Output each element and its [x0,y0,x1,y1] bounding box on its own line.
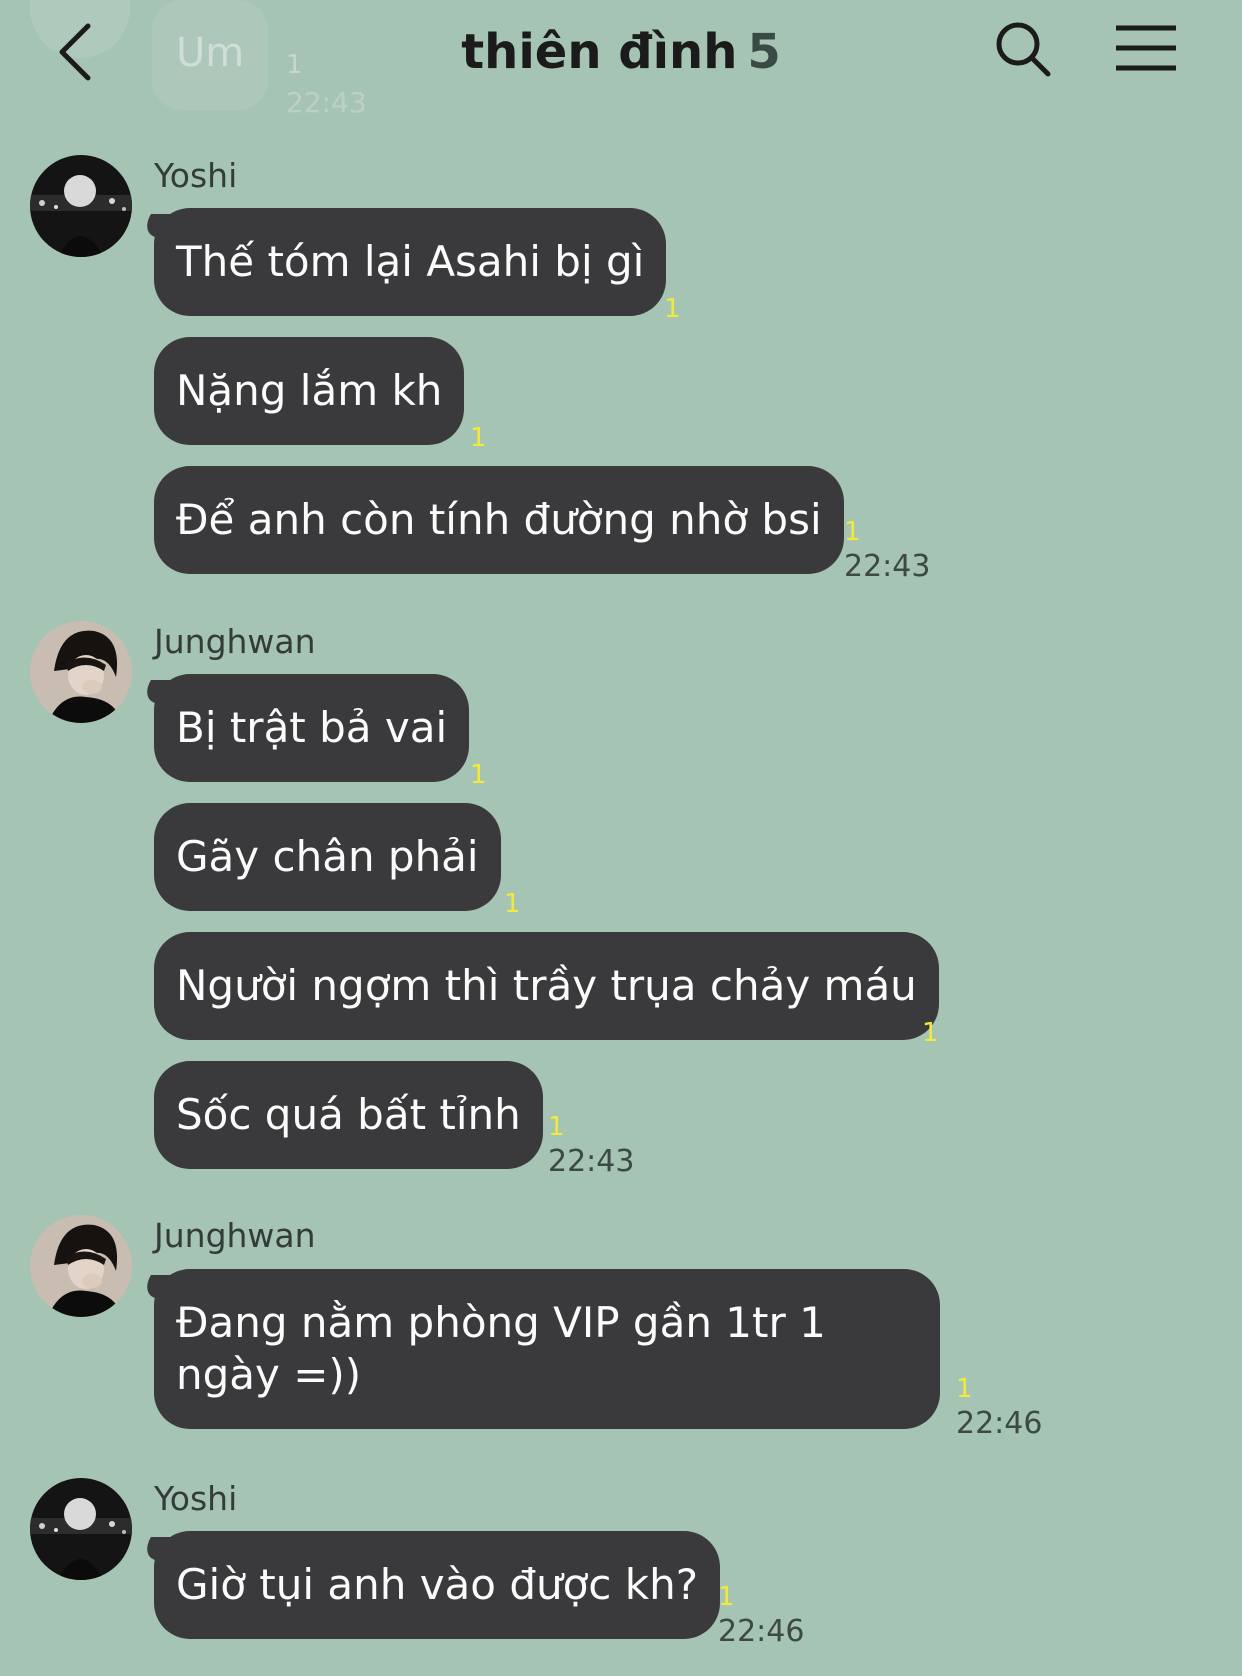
message-text: Để anh còn tính đường nhờ bsi [176,495,822,544]
message-timestamp: 22:43 [548,1144,635,1179]
message-bubble[interactable]: Nặng lắm kh [154,337,465,445]
message-text: Giờ tụi anh vào được kh? [176,1560,698,1609]
sender-name: Yoshi [154,1479,238,1518]
message-text: Gãy chân phải [176,832,479,881]
message-timestamp: 22:46 [718,1614,805,1649]
read-count: 1 [844,517,861,547]
avatar-yoshi[interactable] [30,155,132,257]
member-count: 5 [747,24,781,80]
read-count: 1 [718,1582,735,1612]
read-count: 1 [664,294,681,324]
chat-title-name: thiên đình [461,24,738,80]
message-bubble[interactable]: Người ngợm thì trầy trụa chảy máu [154,932,939,1040]
message-bubble[interactable]: Sốc quá bất tỉnh [154,1061,543,1169]
message-text: Đang nằm phòng VIP gần 1tr 1 ngày =)) [176,1298,826,1399]
avatar-junghwan[interactable] [30,621,132,723]
chat-header: thiên đình 5 [0,0,1242,100]
chat-title: thiên đình 5 [0,20,1242,84]
read-count: 1 [548,1112,565,1142]
message-text: Thế tóm lại Asahi bị gì [176,237,645,286]
message-bubble[interactable]: Để anh còn tính đường nhờ bsi [154,466,844,574]
message-text: Nặng lắm kh [176,366,443,415]
message-timestamp: 22:46 [956,1406,1043,1441]
search-icon[interactable] [994,20,1054,80]
sender-name: Yoshi [154,156,238,195]
message-bubble[interactable]: Đang nằm phòng VIP gần 1tr 1 ngày =)) [154,1269,940,1429]
message-bubble[interactable]: Giờ tụi anh vào được kh? [154,1531,720,1639]
read-count: 1 [504,889,521,919]
message-bubble[interactable]: Bị trật bả vai [154,674,470,782]
sender-name: Junghwan [154,622,316,661]
read-count: 1 [470,760,487,790]
message-text: Bị trật bả vai [176,703,448,752]
read-count: 1 [470,423,487,453]
message-bubble[interactable]: Thế tóm lại Asahi bị gì [154,208,667,316]
avatar-yoshi[interactable] [30,1478,132,1580]
read-count: 1 [922,1018,939,1048]
avatar-junghwan[interactable] [30,1215,132,1317]
read-count: 1 [956,1374,973,1404]
sender-name: Junghwan [154,1216,316,1255]
hamburger-menu-icon[interactable] [1114,22,1180,78]
message-text: Sốc quá bất tỉnh [176,1090,521,1139]
message-text: Người ngợm thì trầy trụa chảy máu [176,961,917,1010]
message-timestamp: 22:43 [844,549,931,584]
message-bubble[interactable]: Gãy chân phải [154,803,501,911]
